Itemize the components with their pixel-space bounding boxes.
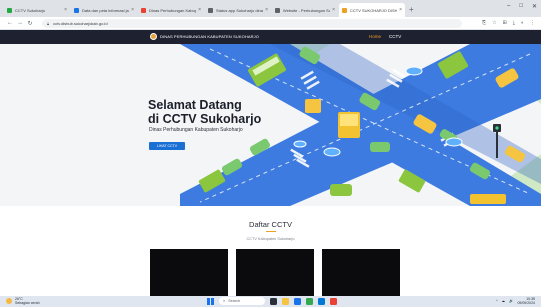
browser-tab[interactable]: CCTV Sukoharjo × xyxy=(4,3,70,17)
tab-label: Status app Sukoharjo dinas perhub xyxy=(216,7,263,13)
cctv-feed-2[interactable] xyxy=(236,249,314,296)
nav-link-home[interactable]: Home xyxy=(369,34,381,39)
tray-overflow-icon[interactable]: ^ xyxy=(496,299,498,303)
cctv-feed-3[interactable] xyxy=(322,249,400,296)
reload-button[interactable]: ↻ xyxy=(26,20,34,27)
system-tray: ^ ☁ 🔊 10:35 09/09/2024 xyxy=(496,297,535,305)
new-tab-button[interactable]: + xyxy=(409,3,414,17)
network-icon[interactable]: ☁ xyxy=(502,299,506,303)
close-window-button[interactable]: ✕ xyxy=(532,3,537,10)
cctv-section-title: Daftar CCTV xyxy=(249,220,292,229)
tab-favicon-icon xyxy=(342,7,347,13)
tab-favicon-icon xyxy=(275,7,280,13)
downloads-icon[interactable]: ⤓ xyxy=(513,20,515,26)
browser-toolbar: ← → ↻ 🔒︎ cctv.dishub.sukoharjokab.go.id … xyxy=(0,17,541,30)
store-app-icon[interactable] xyxy=(318,297,325,305)
menu-kebab-icon[interactable]: ⋮ xyxy=(530,20,535,26)
tab-label: Dinas Perhubungan Kabupaten xyxy=(149,7,196,13)
tab-favicon-icon xyxy=(141,7,146,13)
tab-label: Data dan peta informasi jalan xyxy=(82,7,130,13)
tab-label: Website - Perhubungan Sukoharjo xyxy=(283,7,331,13)
url-text: cctv.dishub.sukoharjokab.go.id xyxy=(53,20,108,26)
dishub-logo-icon xyxy=(150,33,157,40)
browser-tab[interactable]: CCTV SUKOHARJO DISHUB× xyxy=(339,3,405,17)
taskbar-search-placeholder: Search xyxy=(228,299,241,303)
section-divider xyxy=(266,231,276,232)
nav-link-cctv[interactable]: CCTV xyxy=(389,34,401,39)
site-nav-links: Home CCTV xyxy=(369,34,401,39)
file-explorer-icon[interactable] xyxy=(282,297,289,305)
site-navbar: DINAS PERHUBUNGAN KABUPATEN SUKOHARJO Ho… xyxy=(0,30,541,44)
tab-close-icon[interactable]: × xyxy=(332,7,335,13)
cctv-section-subtitle: CCTV Kabupaten Sukoharjo xyxy=(246,237,295,241)
system-clock[interactable]: 10:35 09/09/2024 xyxy=(517,297,535,305)
hero-title-line1: Selamat Datang xyxy=(148,98,242,112)
hero-subtitle: Dinas Perhubungan Kabupaten Sukoharjo xyxy=(149,127,243,133)
browser-tab-strip: CCTV Sukoharjo × Data dan peta informasi j… xyxy=(0,0,541,17)
tab-close-icon[interactable]: × xyxy=(265,7,268,13)
taskbar-search[interactable]: ⌕ Search xyxy=(219,297,265,305)
tab-label: CCTV SUKOHARJO DISHUB xyxy=(350,7,398,13)
hero-title: Selamat Datang di CCTV Sukoharjo xyxy=(148,98,261,126)
chrome-browser-icon[interactable] xyxy=(306,297,313,305)
tab-favicon-icon xyxy=(208,7,213,13)
traffic-intersection-illustration xyxy=(180,44,541,206)
cctv-feed-1[interactable] xyxy=(150,249,228,296)
bookmark-star-icon[interactable]: ☆ xyxy=(492,20,496,26)
sun-icon xyxy=(6,298,12,304)
minimize-button[interactable]: – xyxy=(507,3,510,10)
back-button[interactable]: ← xyxy=(6,20,14,26)
forward-button[interactable]: → xyxy=(16,20,24,26)
browser-tab[interactable]: Data dan peta informasi jalan × xyxy=(71,3,137,17)
edge-browser-icon[interactable] xyxy=(294,297,301,305)
maximize-button[interactable]: □ xyxy=(519,3,523,10)
tab-favicon-icon xyxy=(74,7,79,13)
media-app-icon[interactable] xyxy=(330,297,337,305)
address-bar[interactable]: 🔒︎ cctv.dishub.sukoharjokab.go.id xyxy=(42,18,462,28)
extensions-icon[interactable]: ⊞ xyxy=(503,20,507,26)
volume-icon[interactable]: 🔊 xyxy=(509,299,513,303)
windows-start-icon[interactable] xyxy=(207,297,214,305)
site-brand[interactable]: DINAS PERHUBUNGAN KABUPATEN SUKOHARJO xyxy=(150,33,259,40)
view-cctv-button[interactable]: LIHAT CCTV xyxy=(149,142,185,150)
browser-tab[interactable]: Dinas Perhubungan Kabupaten× xyxy=(138,3,204,17)
hero-banner: Selamat Datang di CCTV Sukoharjo Dinas P… xyxy=(0,44,541,206)
weather-text: Sebagian cerah xyxy=(15,301,40,305)
toolbar-icons: ⎘ ☆ ⊞ ⤓ ◐ ⋮ xyxy=(482,20,535,26)
os-taskbar: 26°C Sebagian cerah ⌕ Search ^ ☁ 🔊 10:35… xyxy=(0,296,541,307)
tab-close-icon[interactable]: × xyxy=(64,7,67,13)
search-icon: ⌕ xyxy=(223,299,226,303)
tab-label: CCTV Sukoharjo xyxy=(15,7,46,13)
profile-icon[interactable]: ◐ xyxy=(521,20,524,26)
tab-close-icon[interactable]: × xyxy=(131,7,134,13)
hero-title-line2: di CCTV Sukoharjo xyxy=(148,112,262,126)
brand-text: DINAS PERHUBUNGAN KABUPATEN SUKOHARJO xyxy=(160,34,259,39)
tab-favicon-icon xyxy=(7,7,12,13)
browser-tab[interactable]: Status app Sukoharjo dinas perhub× xyxy=(205,3,271,17)
window-controls: – □ ✕ xyxy=(507,3,537,10)
page-viewport: DINAS PERHUBUNGAN KABUPATEN SUKOHARJO Ho… xyxy=(0,30,541,296)
task-view-icon[interactable] xyxy=(270,297,277,305)
tab-close-icon[interactable]: × xyxy=(399,7,402,13)
browser-tab[interactable]: Website - Perhubungan Sukoharjo× xyxy=(272,3,338,17)
taskbar-apps: ⌕ Search xyxy=(207,297,337,305)
clock-date: 09/09/2024 xyxy=(517,301,535,305)
weather-widget[interactable]: 26°C Sebagian cerah xyxy=(6,297,40,305)
share-icon[interactable]: ⎘ xyxy=(482,20,486,26)
lock-icon: 🔒︎ xyxy=(47,20,50,26)
tab-close-icon[interactable]: × xyxy=(198,7,201,13)
